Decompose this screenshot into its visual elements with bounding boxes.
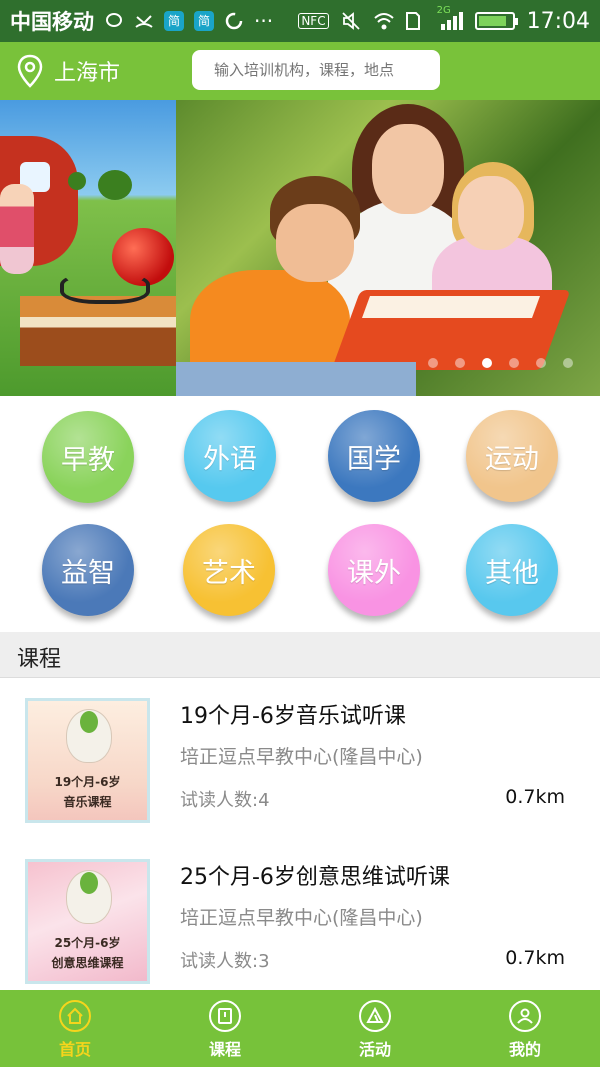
location-pin-icon[interactable] (16, 54, 44, 88)
nav-tab-home[interactable]: 首页 (0, 990, 150, 1067)
carousel-indicator[interactable] (428, 358, 573, 368)
girl-graphic (458, 176, 524, 250)
category-label: 艺术 (202, 557, 256, 589)
carrier-name: 中国移动 (10, 10, 94, 34)
mute-icon (341, 11, 361, 31)
banner-slide-current[interactable] (176, 100, 600, 396)
nav-label: 课程 (208, 1040, 241, 1059)
message-icon (104, 11, 124, 31)
nav-label: 首页 (58, 1040, 91, 1059)
category-other[interactable]: 其他 (466, 524, 558, 616)
thumbnail-text: 19个月-6岁 (54, 775, 121, 789)
category-label: 早教 (61, 444, 115, 476)
sync-icon (224, 11, 244, 31)
book-graphic (361, 296, 541, 318)
battery-icon (474, 12, 518, 30)
banner-carousel[interactable] (0, 100, 600, 396)
badge-icon: 简 (164, 11, 184, 31)
category-puzzle[interactable]: 益智 (42, 524, 134, 616)
nav-label: 我的 (508, 1040, 541, 1059)
thumbnail-text: 音乐课程 (63, 795, 112, 809)
thumbnail-text: 25个月-6岁 (54, 936, 121, 950)
clock: 17:04 (526, 8, 590, 34)
wifi-icon (373, 11, 394, 31)
sim-icon (405, 11, 425, 31)
carousel-dot[interactable] (536, 358, 546, 368)
mascot-graphic (80, 711, 98, 733)
app-header: 上海市 (0, 42, 600, 100)
badge-icon: 简 (194, 11, 214, 31)
carousel-dot[interactable] (563, 358, 573, 368)
mascot-graphic (80, 872, 98, 894)
search-input[interactable] (192, 50, 440, 90)
course-title[interactable]: 25个月-6岁创意思维试听课 (180, 859, 450, 891)
category-label: 课外 (347, 557, 401, 589)
tent-icon (359, 1000, 391, 1032)
course-organization: 培正逗点早教中心(隆昌中心) (180, 907, 423, 929)
tree-graphic (68, 172, 86, 190)
category-label: 外语 (203, 443, 257, 475)
carousel-dot[interactable] (455, 358, 465, 368)
nav-tab-activities[interactable]: 活动 (300, 990, 450, 1067)
carousel-dot[interactable] (428, 358, 438, 368)
course-trial-count: 试读人数:4 (180, 790, 270, 811)
category-sports[interactable]: 运动 (466, 410, 558, 502)
course-thumbnail[interactable]: 19个月-6岁 音乐课程 (25, 698, 150, 823)
book-icon (209, 1000, 241, 1032)
books-graphic (20, 296, 176, 366)
section-header: 课程 (0, 632, 600, 678)
nav-tab-courses[interactable]: 课程 (150, 990, 300, 1067)
category-label: 其他 (485, 557, 539, 589)
nav-label: 活动 (358, 1040, 391, 1059)
category-chinese-studies[interactable]: 国学 (328, 410, 420, 502)
category-early-education[interactable]: 早教 (42, 411, 134, 503)
banner-slide-previous[interactable] (0, 100, 176, 396)
course-list-item[interactable]: 25个月-6岁 创意思维课程 25个月-6岁创意思维试听课 培正逗点早教中心(隆… (0, 839, 600, 999)
signal-icon: 2G (437, 5, 463, 31)
jeans-graphic (176, 362, 416, 396)
status-bar: 中国移动 简 简 ··· NFC 2G 17:04 (0, 0, 600, 42)
category-extracurricular[interactable]: 课外 (328, 524, 420, 616)
nfc-icon: NFC (298, 13, 329, 29)
category-label: 益智 (61, 557, 115, 589)
bottom-navigation: 首页 课程 活动 我的 (0, 990, 600, 1067)
category-label: 运动 (485, 443, 539, 475)
category-foreign-language[interactable]: 外语 (184, 410, 276, 502)
child-graphic (0, 184, 34, 274)
battery-level (478, 16, 506, 26)
course-list-item[interactable]: 19个月-6岁 音乐课程 19个月-6岁音乐试听课 培正逗点早教中心(隆昌中心)… (0, 678, 600, 838)
course-thumbnail[interactable]: 25个月-6岁 创意思维课程 (25, 859, 150, 984)
city-selector[interactable]: 上海市 (54, 55, 120, 87)
course-trial-count: 试读人数:3 (180, 951, 270, 972)
glasses-graphic (60, 272, 150, 304)
course-distance: 0.7km (505, 786, 565, 808)
thumbnail-text: 创意思维课程 (51, 956, 124, 970)
mother-graphic (372, 124, 444, 214)
course-distance: 0.7km (505, 947, 565, 969)
category-label: 国学 (347, 443, 401, 475)
missed-call-icon (134, 11, 154, 31)
more-dots-icon: ··· (254, 9, 274, 33)
nav-tab-mine[interactable]: 我的 (450, 990, 600, 1067)
course-organization: 培正逗点早教中心(隆昌中心) (180, 746, 423, 768)
course-title[interactable]: 19个月-6岁音乐试听课 (180, 698, 406, 730)
category-art[interactable]: 艺术 (183, 524, 275, 616)
section-title: 课程 (17, 647, 62, 672)
network-type-label: 2G (436, 5, 451, 16)
user-icon (509, 1000, 541, 1032)
home-icon (59, 1000, 91, 1032)
carousel-dot[interactable] (509, 358, 519, 368)
boy-graphic (276, 204, 354, 282)
category-grid: 早教 外语 国学 运动 益智 艺术 课外 其他 (0, 396, 600, 632)
tree-graphic (98, 170, 132, 200)
carousel-dot[interactable] (482, 358, 492, 368)
